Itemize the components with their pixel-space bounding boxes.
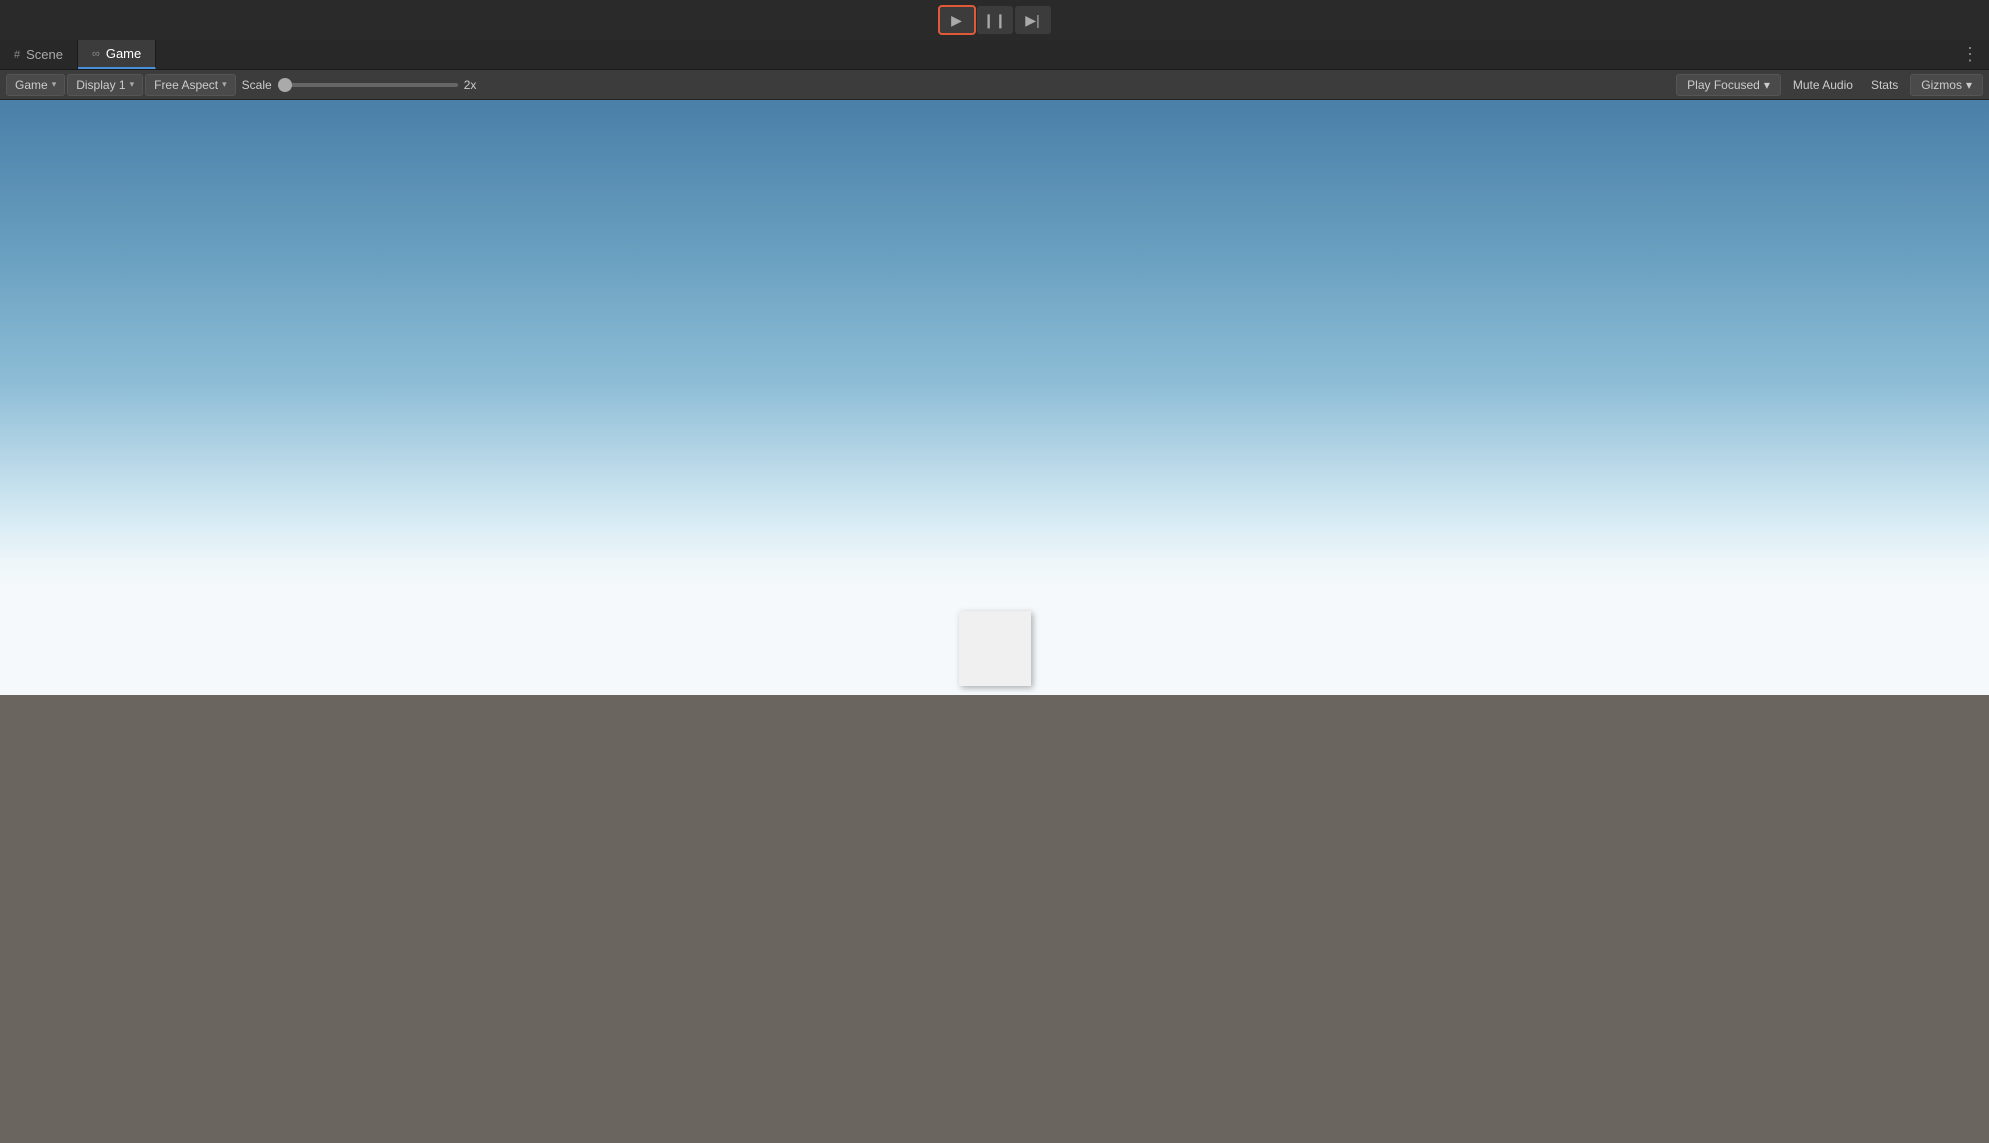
game-dropdown-arrow: ▾ bbox=[52, 79, 57, 90]
white-cube bbox=[959, 611, 1031, 686]
gizmos-arrow: ▾ bbox=[1966, 78, 1972, 92]
play-icon: ▶ bbox=[951, 12, 962, 29]
tab-bar: # Scene ∞ Game ⋮ bbox=[0, 40, 1989, 70]
play-button[interactable]: ▶ bbox=[939, 6, 975, 34]
game-dropdown-label: Game bbox=[15, 78, 48, 92]
scene-tab-icon: # bbox=[14, 49, 20, 61]
mute-audio-button[interactable]: Mute Audio bbox=[1787, 76, 1859, 94]
play-controls: ▶ ❙❙ ▶| bbox=[939, 6, 1051, 34]
play-focused-label: Play Focused bbox=[1687, 78, 1760, 92]
aspect-dropdown[interactable]: Free Aspect ▾ bbox=[145, 74, 236, 96]
toolbar-right: Play Focused ▾ Mute Audio Stats Gizmos ▾ bbox=[1676, 74, 1983, 96]
scale-thumb[interactable] bbox=[278, 78, 292, 92]
scene-tab-label: Scene bbox=[26, 47, 63, 62]
display-dropdown[interactable]: Display 1 ▾ bbox=[67, 74, 143, 96]
step-icon: ▶| bbox=[1025, 12, 1039, 29]
stats-label: Stats bbox=[1871, 78, 1898, 92]
aspect-dropdown-label: Free Aspect bbox=[154, 78, 218, 92]
toolbar-row: Game ▾ Display 1 ▾ Free Aspect ▾ Scale 2… bbox=[0, 70, 1989, 100]
scale-label: Scale bbox=[242, 78, 272, 92]
game-tab-icon: ∞ bbox=[92, 48, 100, 60]
tab-more-button[interactable]: ⋮ bbox=[1951, 44, 1989, 65]
gizmos-label: Gizmos bbox=[1921, 78, 1962, 92]
step-button[interactable]: ▶| bbox=[1015, 6, 1051, 34]
pause-icon: ❙❙ bbox=[983, 12, 1006, 29]
play-focused-button[interactable]: Play Focused ▾ bbox=[1676, 74, 1781, 96]
display-dropdown-label: Display 1 bbox=[76, 78, 125, 92]
mute-audio-label: Mute Audio bbox=[1793, 78, 1853, 92]
top-toolbar: ▶ ❙❙ ▶| bbox=[0, 0, 1989, 40]
aspect-dropdown-arrow: ▾ bbox=[222, 79, 227, 90]
stats-button[interactable]: Stats bbox=[1865, 76, 1904, 94]
scale-group: Scale 2x bbox=[242, 78, 477, 92]
game-tab-label: Game bbox=[106, 46, 141, 61]
pause-button[interactable]: ❙❙ bbox=[977, 6, 1013, 34]
play-focused-arrow: ▾ bbox=[1764, 78, 1770, 92]
display-dropdown-arrow: ▾ bbox=[130, 79, 135, 90]
game-viewport bbox=[0, 100, 1989, 1143]
scale-slider[interactable] bbox=[278, 83, 458, 87]
tab-scene[interactable]: # Scene bbox=[0, 40, 78, 69]
scale-value: 2x bbox=[464, 78, 477, 92]
tab-game[interactable]: ∞ Game bbox=[78, 40, 156, 69]
ground-plane bbox=[0, 695, 1989, 1143]
game-dropdown[interactable]: Game ▾ bbox=[6, 74, 65, 96]
gizmos-dropdown[interactable]: Gizmos ▾ bbox=[1910, 74, 1983, 96]
